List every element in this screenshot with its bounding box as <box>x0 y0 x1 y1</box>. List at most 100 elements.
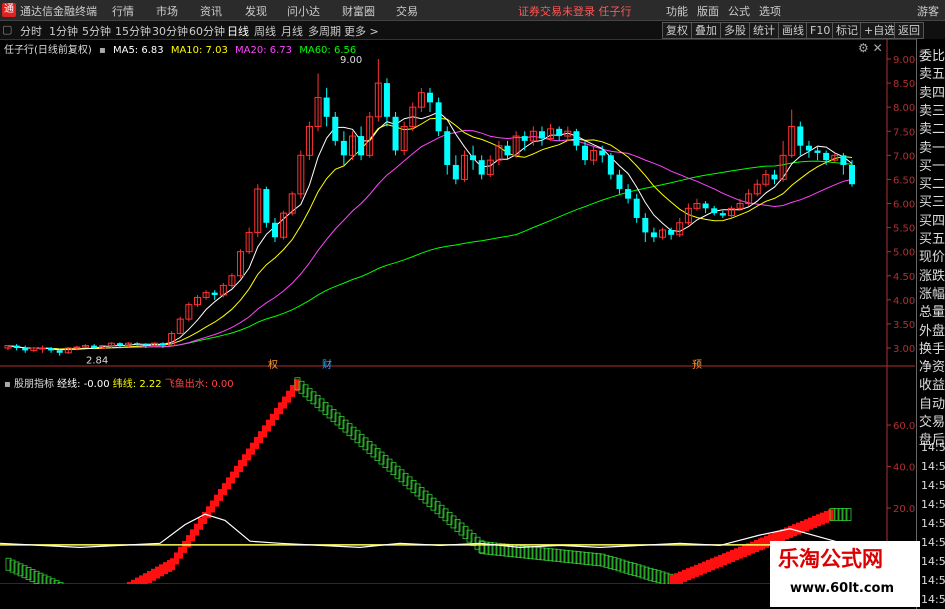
tab-more[interactable]: 更多 > <box>344 23 379 39</box>
candle-body <box>263 189 270 223</box>
panel-label: 交易 <box>919 415 945 430</box>
candle-body <box>642 217 649 233</box>
panel-label: 涨跌 <box>919 268 945 284</box>
candle-body <box>599 150 606 156</box>
candle-body <box>271 222 278 238</box>
price-tick-label: 7.00 <box>893 151 915 162</box>
max-price-label: 9.00 <box>340 55 362 66</box>
candle-body <box>22 348 29 351</box>
tab-daily[interactable]: 日线 <box>227 23 249 39</box>
tab-30min[interactable]: 30分钟 <box>152 23 188 39</box>
tab-60min[interactable]: 60分钟 <box>189 23 225 39</box>
panel-time: 14:56 <box>921 460 945 473</box>
menu-bar: 通 通达信金融终端 行情 市场 资讯 发现 问小达 财富圈 交易 证券交易未登录… <box>0 0 945 21</box>
indicator-tick-label: 60.00 <box>893 421 915 432</box>
ma-settings-icon[interactable]: ▪ <box>99 45 106 56</box>
menu-gongneng[interactable]: 功能 <box>666 3 688 19</box>
panel-time: 14:56 <box>921 441 945 454</box>
tab-multi-period[interactable]: 多周期 <box>308 23 341 39</box>
menu-zixun[interactable]: 资讯 <box>200 3 222 19</box>
indicator-fish: 飞鱼出水: 0.00 <box>164 379 234 390</box>
event-mark: 财 <box>322 358 332 371</box>
ma5-label: MA5: 6.83 <box>112 45 164 56</box>
candle-body <box>719 213 726 216</box>
tab-fenshi[interactable]: 分时 <box>20 23 42 39</box>
tab-1min[interactable]: 1分钟 <box>49 23 78 39</box>
candle-body <box>56 350 63 353</box>
quote-side-panel: 委比 卖五 卖四 卖三 卖二 卖一 买一 买二 买三 买四 买五 现价 涨跌 涨幅 总量 外盘 换手 净资 收益 自动… <box>916 39 945 609</box>
panel-label: 自动 <box>919 396 945 412</box>
candle-body <box>573 131 580 146</box>
menu-gongshi[interactable]: 公式 <box>728 3 750 19</box>
candle-body <box>823 152 830 161</box>
panel-label: 换手 <box>919 341 945 357</box>
event-mark: 权 <box>268 358 278 371</box>
btn-biaoji[interactable]: 标记 <box>832 22 862 39</box>
candle-body <box>805 145 812 151</box>
menu-shichang[interactable]: 市场 <box>156 3 178 19</box>
price-tick-label: 9.00 <box>893 55 915 66</box>
panel-label: 净资 <box>919 360 945 376</box>
guest-label[interactable]: 游客 <box>917 3 939 19</box>
period-toolbar: ▢ 分时 1分钟 5分钟 15分钟 30分钟 60分钟 日线 周线 月线 多周期… <box>0 21 945 40</box>
menu-xuanxiang[interactable]: 选项 <box>759 3 781 19</box>
menu-caifuquan[interactable]: 财富圈 <box>342 3 375 19</box>
btn-tongji[interactable]: 统计 <box>749 22 779 39</box>
panel-label: 现价 <box>919 250 945 266</box>
kline-chart[interactable]: 9.00 8.50 8.00 7.50 7.00 6.50 6.00 5.50 5.00 4.50… <box>0 39 915 584</box>
watermark: 乐淘公式网 www.60lt.com <box>770 541 920 607</box>
panel-time: 14:56 <box>921 555 945 568</box>
indicator-settings-icon[interactable]: ▪ <box>4 379 11 390</box>
panel-time: 14:56 <box>921 574 945 587</box>
candle-body <box>504 145 511 156</box>
menu-faxian[interactable]: 发现 <box>245 3 267 19</box>
btn-diejia[interactable]: 叠加 <box>691 22 721 39</box>
menu-jiaoyi[interactable]: 交易 <box>396 3 418 19</box>
toolbar-toggle-icon[interactable]: ▢ <box>2 23 12 36</box>
panel-label: 买二 <box>919 177 945 193</box>
candle-body <box>211 292 218 296</box>
price-tick-label: 6.00 <box>893 200 915 211</box>
settings-icon[interactable]: ⚙ <box>858 41 869 55</box>
close-icon[interactable]: ✕ <box>873 41 883 55</box>
price-tick-label: 4.00 <box>893 296 915 307</box>
tab-5min[interactable]: 5分钟 <box>82 23 111 39</box>
stock-label: 任子行(日线前复权) <box>4 45 92 56</box>
candle-body <box>556 128 563 137</box>
indicator-legend: ▪ 股朋指标 经线: -0.00 纬线: 2.22 飞鱼出水: 0.00 <box>4 375 234 390</box>
panel-label: 卖五 <box>919 67 945 83</box>
btn-huaxian[interactable]: 画线 <box>778 22 808 39</box>
candle-body <box>814 150 821 153</box>
ma20-line <box>7 129 853 350</box>
price-tick-label: 4.50 <box>893 272 915 283</box>
menu-wenxiaoda[interactable]: 问小达 <box>287 3 320 19</box>
candle-body <box>73 346 81 349</box>
price-tick-label: 8.50 <box>893 79 915 90</box>
panel-label: 总量 <box>919 305 945 321</box>
panel-label: 卖一 <box>919 140 945 156</box>
tab-weekly[interactable]: 周线 <box>254 23 276 39</box>
candle-body <box>711 208 718 214</box>
tab-15min[interactable]: 15分钟 <box>115 23 151 39</box>
tab-monthly[interactable]: 月线 <box>281 23 303 39</box>
btn-f10[interactable]: F10 <box>806 22 835 39</box>
panel-label: 卖四 <box>919 85 945 101</box>
candle-body <box>444 131 451 165</box>
panel-time: 14:56 <box>921 479 945 492</box>
ma5-line <box>7 111 853 351</box>
btn-fanhui[interactable]: 返回 <box>894 22 924 39</box>
panel-time: 14:56 <box>921 536 945 549</box>
candle-body <box>91 345 98 348</box>
login-status-warning[interactable]: 证券交易未登录 任子行 <box>518 3 632 19</box>
btn-duogu[interactable]: 多股 <box>720 22 750 39</box>
menu-banmian[interactable]: 版面 <box>697 3 719 19</box>
candle-body <box>38 347 46 350</box>
btn-fuquan[interactable]: 复权 <box>662 22 692 39</box>
menu-hangqing[interactable]: 行情 <box>112 3 134 19</box>
candle-body <box>849 164 855 185</box>
indicator-name: 股朋指标 <box>13 379 54 390</box>
candle-body <box>582 145 589 161</box>
jing-line <box>0 513 851 549</box>
candle-body <box>427 92 433 103</box>
candle-body <box>383 83 390 117</box>
